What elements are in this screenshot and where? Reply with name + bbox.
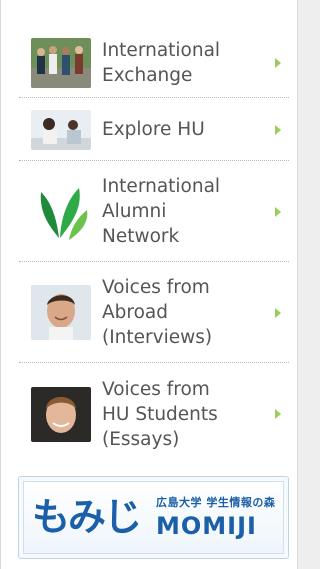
menu-item-label: Voices from Abroad (Interviews) <box>102 277 213 348</box>
momiji-banner-link[interactable]: もみじ 広島大学 学生情報の森 MOMIJI <box>18 476 289 559</box>
menu-item-international-alumni-network[interactable]: International Alumni Network <box>19 162 289 262</box>
menu-item-label: International Alumni Network <box>102 176 221 247</box>
chevron-right-icon <box>275 307 281 318</box>
menu-item-international-exchange[interactable]: International Exchange <box>19 28 289 98</box>
chevron-right-icon <box>275 409 281 419</box>
interviewee-photo <box>31 285 91 340</box>
chevron-right-icon <box>275 206 281 217</box>
chevron-right-icon <box>275 124 281 135</box>
menu-item-label: Explore HU <box>102 119 205 140</box>
momiji-banner: もみじ 広島大学 学生情報の森 MOMIJI <box>23 481 284 554</box>
menu-item-label: International Exchange <box>102 39 221 86</box>
chevron-right-icon <box>275 57 281 68</box>
student-photo <box>31 386 91 442</box>
momiji-logo-text: MOMIJI <box>156 512 257 540</box>
menu-item-explore-hu[interactable]: Explore HU <box>19 99 289 161</box>
explore-hu-photo <box>31 109 91 150</box>
momiji-logo-subtitle: 広島大学 学生情報の森 <box>156 496 276 509</box>
international-exchange-photo <box>31 37 91 88</box>
momiji-logo-kana: もみじ <box>32 495 142 539</box>
alumni-leaf-logo-icon <box>31 181 91 242</box>
menu-item-voices-from-hu-students[interactable]: Voices from HU Students (Essays) <box>19 364 289 464</box>
menu-item-voices-from-abroad[interactable]: Voices from Abroad (Interviews) <box>19 263 289 363</box>
sidebar-panel: International Exchange Explore HU Intern… <box>0 0 298 569</box>
menu-item-label: Voices from HU Students (Essays) <box>102 378 218 450</box>
